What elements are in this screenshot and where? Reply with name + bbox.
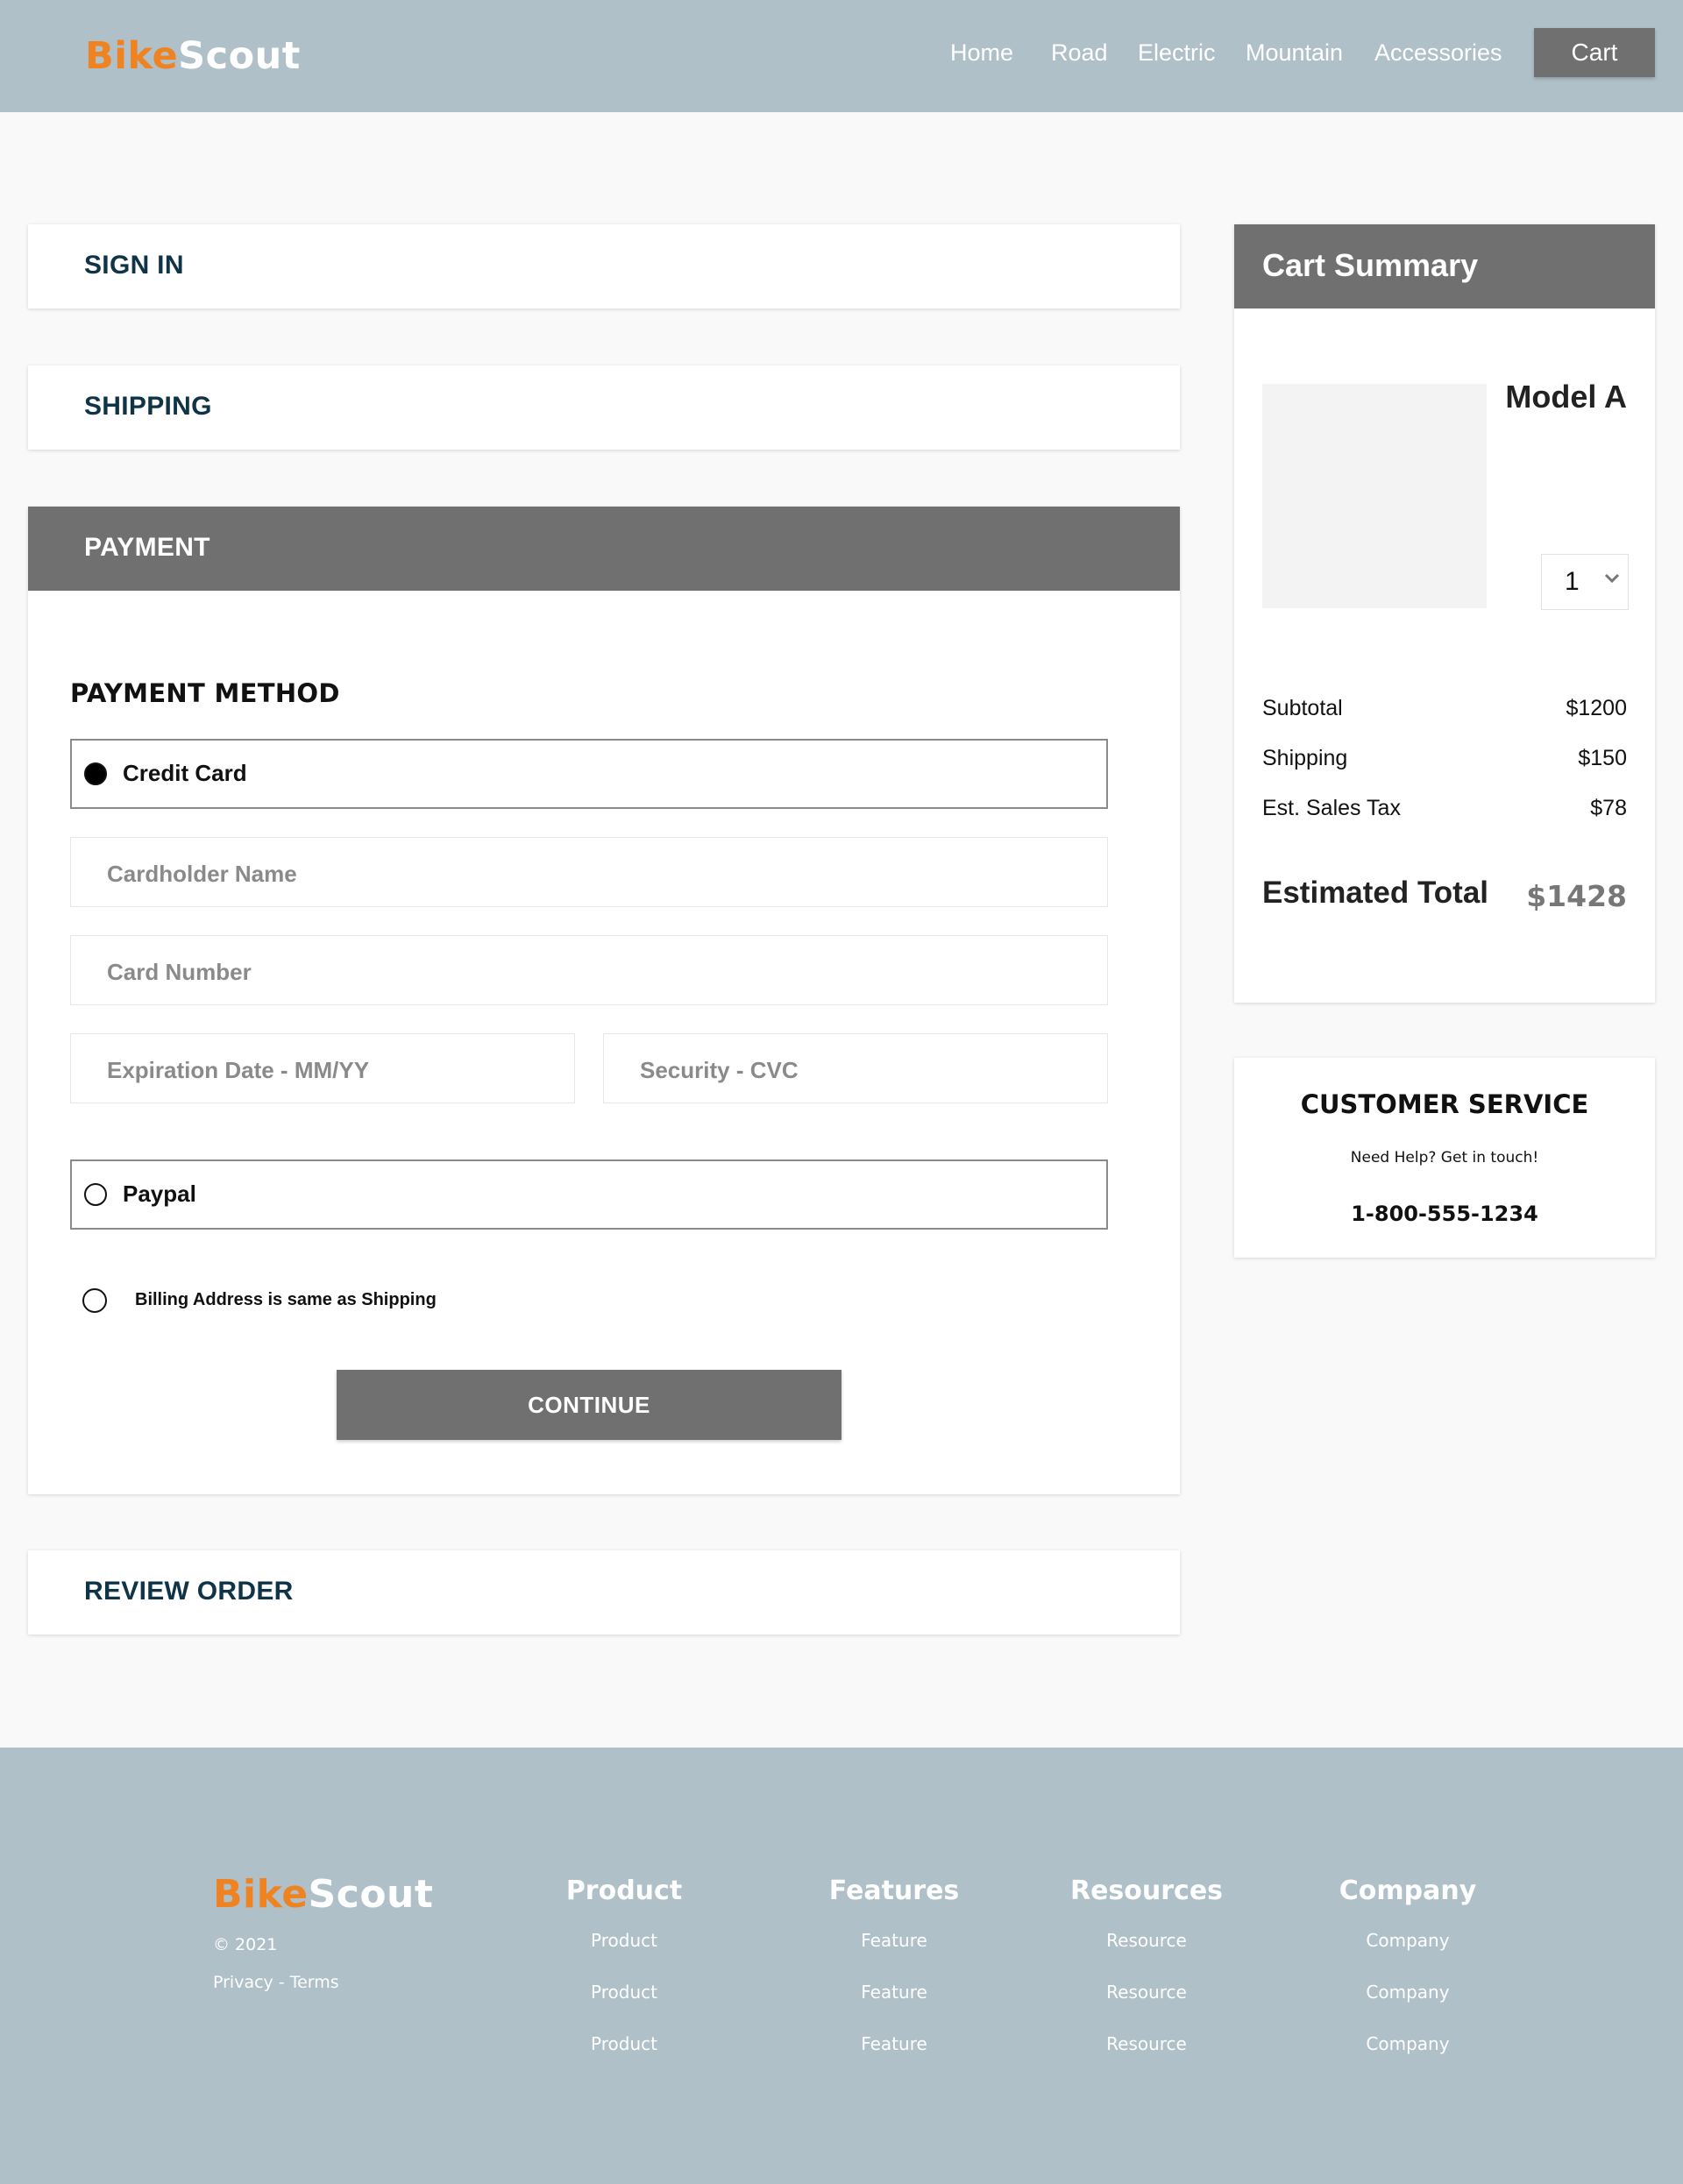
top-nav: BikeScout Home Road Electric Mountain Ac… [0, 0, 1683, 112]
shipping-title: SHIPPING [84, 392, 212, 421]
subtotal-value: $1200 [1566, 696, 1627, 720]
footer-column-title: Features [828, 1876, 960, 1906]
footer-link[interactable]: Resource [1033, 2033, 1260, 2054]
estimated-total-value: $1428 [1526, 879, 1627, 913]
footer-link[interactable]: Resource [1033, 1930, 1260, 1951]
footer-link[interactable]: Feature [780, 1982, 1008, 2003]
expiration-date-field[interactable]: Expiration Date - MM/YY [70, 1033, 575, 1103]
footer-column-title: Company [1339, 1876, 1477, 1906]
review-order-title: REVIEW ORDER [84, 1577, 294, 1606]
security-code-placeholder: Security - CVC [640, 1057, 799, 1083]
product-image-placeholder [1262, 384, 1487, 608]
sign-in-title: SIGN IN [84, 251, 184, 280]
nav-link-home[interactable]: Home [950, 35, 1013, 70]
security-code-field[interactable]: Security - CVC [603, 1033, 1108, 1103]
shipping-label: Shipping [1262, 746, 1348, 770]
footer-brand-logo[interactable]: BikeScout [213, 1870, 433, 1919]
credit-card-option[interactable]: Credit Card [70, 739, 1108, 809]
footer-link[interactable]: Product [510, 1930, 738, 1951]
chevron-down-icon [1604, 573, 1620, 584]
payment-header[interactable]: PAYMENT [28, 507, 1180, 591]
customer-service-card: CUSTOMER SERVICE Need Help? Get in touch… [1234, 1058, 1655, 1258]
billing-same-label: Billing Address is same as Shipping [135, 1290, 437, 1309]
quantity-select[interactable]: 1 [1541, 554, 1629, 610]
footer-link[interactable]: Feature [780, 2033, 1008, 2054]
sign-in-section[interactable]: SIGN IN [28, 224, 1180, 308]
cardholder-name-placeholder: Cardholder Name [107, 861, 297, 887]
nav-link-road[interactable]: Road [1051, 35, 1108, 70]
brand-logo-part1: Bike [85, 34, 179, 78]
payment-section: PAYMENT PAYMENT METHOD Credit Card Cardh… [28, 507, 1180, 1494]
nav-link-electric[interactable]: Electric [1138, 35, 1216, 70]
billing-same-radio[interactable] [82, 1288, 107, 1313]
footer-column-title: Resources [1069, 1876, 1224, 1906]
footer-link[interactable]: Product [510, 2033, 738, 2054]
payment-method-title: PAYMENT METHOD [70, 678, 340, 708]
paypal-radio[interactable] [84, 1183, 107, 1206]
footer-legal-links[interactable]: Privacy - Terms [213, 1973, 339, 1992]
estimated-total-label: Estimated Total [1262, 876, 1489, 910]
paypal-option[interactable]: Paypal [70, 1159, 1108, 1230]
footer-column-title: Product [565, 1876, 683, 1906]
cart-summary-title: Cart Summary [1262, 247, 1479, 283]
footer-copyright: © 2021 [213, 1935, 278, 1954]
customer-service-phone[interactable]: 1-800-555-1234 [1234, 1202, 1655, 1226]
footer-link[interactable]: Product [510, 1982, 738, 2003]
nav-link-mountain[interactable]: Mountain [1246, 35, 1343, 70]
credit-card-label: Credit Card [123, 760, 247, 786]
cart-item-name: Model A [1505, 379, 1627, 415]
cart-button[interactable]: Cart [1534, 28, 1655, 77]
footer-link[interactable]: Company [1294, 1930, 1522, 1951]
sales-tax-label: Est. Sales Tax [1262, 796, 1401, 820]
shipping-value: $150 [1578, 746, 1627, 770]
cart-summary-header: Cart Summary [1234, 224, 1655, 308]
cardholder-name-field[interactable]: Cardholder Name [70, 837, 1108, 907]
cart-summary: Cart Summary Model A 1 Subtotal $1200 Sh… [1234, 224, 1655, 1003]
footer-link[interactable]: Company [1294, 2033, 1522, 2054]
quantity-value: 1 [1565, 567, 1580, 596]
continue-button[interactable]: CONTINUE [337, 1370, 842, 1440]
footer-logo-part1: Bike [213, 1872, 309, 1917]
footer: BikeScout © 2021 Privacy - Terms Product… [0, 1748, 1683, 2184]
paypal-label: Paypal [123, 1181, 196, 1207]
brand-logo-part2: Scout [178, 34, 301, 78]
customer-service-subtitle: Need Help? Get in touch! [1350, 1149, 1539, 1166]
footer-link[interactable]: Company [1294, 1982, 1522, 2003]
subtotal-label: Subtotal [1262, 696, 1343, 720]
sales-tax-value: $78 [1590, 796, 1627, 820]
customer-service-title: CUSTOMER SERVICE [1300, 1089, 1589, 1119]
brand-logo[interactable]: BikeScout [85, 32, 301, 81]
footer-link[interactable]: Feature [780, 1930, 1008, 1951]
review-order-section[interactable]: REVIEW ORDER [28, 1550, 1180, 1634]
nav-link-accessories[interactable]: Accessories [1374, 35, 1502, 70]
card-number-placeholder: Card Number [107, 959, 252, 985]
payment-title: PAYMENT [84, 533, 210, 562]
expiration-date-placeholder: Expiration Date - MM/YY [107, 1057, 370, 1083]
footer-logo-part2: Scout [308, 1872, 434, 1917]
credit-card-radio[interactable] [84, 762, 107, 785]
shipping-section[interactable]: SHIPPING [28, 365, 1180, 450]
footer-link[interactable]: Resource [1033, 1982, 1260, 2003]
card-number-field[interactable]: Card Number [70, 935, 1108, 1005]
